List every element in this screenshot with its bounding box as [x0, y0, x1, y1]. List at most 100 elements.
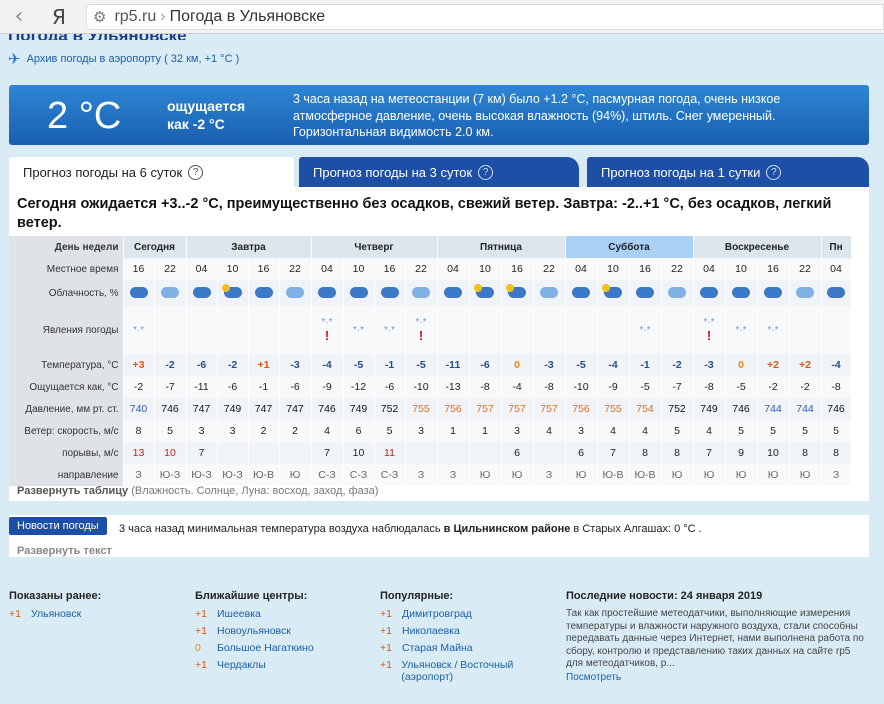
direction-cell: Ю	[757, 464, 790, 486]
row-temp: Температура, °C +3 -2 -6 -2 +1 -3 -4 -5 -1 -5 -11 -6…	[9, 354, 852, 376]
cloud-cell	[533, 280, 566, 306]
city-link[interactable]: Старая Майна	[402, 642, 473, 654]
row-label: направление	[9, 464, 124, 486]
forecast-tabs: Прогноз погоды на 6 суток ? Прогноз пого…	[9, 157, 869, 187]
wind-cell: 3	[565, 420, 598, 442]
phenomena-cell	[597, 306, 630, 354]
phenomena-cell	[565, 306, 598, 354]
cloud-cell	[661, 280, 694, 306]
direction-cell: Ю-В	[248, 464, 280, 486]
cloud-icon	[127, 284, 151, 300]
pressure-cell: 747	[248, 398, 280, 420]
warning-icon[interactable]: !	[312, 328, 343, 343]
settings-icon[interactable]: ⚙	[93, 8, 106, 26]
cloud-icon	[793, 284, 817, 300]
row-pressure: Давление, мм рт. ст. 740 746 747 749 747 747 74…	[9, 398, 852, 420]
tab-6-days[interactable]: Прогноз погоды на 6 суток ?	[9, 157, 294, 187]
pressure-cell: 744	[789, 398, 822, 420]
city-item[interactable]: +1 Ульяновск / Восточный (аэропорт)	[380, 659, 560, 683]
address-bar[interactable]: ⚙ rp5.ru › Погода в Ульяновске	[86, 4, 884, 30]
current-description: 3 часа назад на метеостанции (7 км) было…	[293, 92, 781, 139]
airplane-icon: ✈	[8, 50, 21, 68]
help-icon[interactable]: ?	[478, 164, 494, 180]
tab-3-days[interactable]: Прогноз погоды на 3 суток ?	[299, 157, 579, 187]
latest-news-more-link[interactable]: Посмотреть	[566, 672, 621, 683]
help-icon[interactable]: ?	[188, 164, 204, 180]
city-item[interactable]: +1 Ульяновск	[9, 608, 189, 620]
pressure-cell: 755	[405, 398, 438, 420]
expand-text-link[interactable]: Развернуть текст	[17, 545, 112, 557]
time-cell: 04	[186, 258, 218, 280]
help-icon[interactable]: ?	[766, 164, 782, 180]
time-cell: 10	[469, 258, 502, 280]
day-header: Завтра	[186, 236, 312, 258]
tab-label: Прогноз погоды на 3 суток	[313, 164, 473, 180]
feels-cell: -4	[501, 376, 534, 398]
time-cell: 04	[693, 258, 726, 280]
row-label: Температура, °C	[9, 354, 124, 376]
temp-cell: -4	[311, 354, 344, 376]
cloud-cell	[343, 280, 375, 306]
gust-cell: 6	[565, 442, 598, 464]
pressure-cell: 746	[154, 398, 187, 420]
direction-cell: Ю	[279, 464, 312, 486]
expand-table-label[interactable]: Развернуть таблицу	[17, 485, 128, 497]
wind-cell: 5	[789, 420, 822, 442]
city-item[interactable]: +1 Николаевка	[380, 625, 560, 637]
warning-icon[interactable]: !	[406, 328, 437, 343]
snow-icon: *·*	[703, 317, 715, 328]
city-link[interactable]: Ульяновск / Восточный (аэропорт)	[401, 659, 560, 683]
phenomena-cell: *·*	[343, 306, 375, 354]
city-item[interactable]: +1 Димитровград	[380, 608, 560, 620]
archive-link[interactable]: ✈ Архив погоды в аэропорту ( 32 км, +1 °…	[8, 50, 239, 68]
yandex-icon[interactable]: Я	[46, 4, 72, 30]
city-link[interactable]: Большое Нагаткино	[217, 642, 314, 654]
temp-cell: -5	[405, 354, 438, 376]
cloud-icon	[569, 284, 593, 300]
direction-cell: Ю-З	[217, 464, 249, 486]
forecast-summary: Сегодня ожидается +3..-2 °C, преимуществ…	[17, 196, 832, 231]
temp-diff: +1	[195, 625, 207, 637]
city-link[interactable]: Ишеевка	[217, 608, 261, 620]
temp-diff: 0	[195, 642, 201, 654]
temp-cell: -3	[533, 354, 566, 376]
time-cell: 10	[343, 258, 375, 280]
wind-cell: 4	[533, 420, 566, 442]
city-link[interactable]: Новоульяновск	[217, 625, 291, 637]
snow-icon: *·*	[321, 317, 333, 328]
city-item[interactable]: 0 Большое Нагаткино	[195, 642, 375, 654]
warning-icon[interactable]: !	[694, 328, 725, 343]
news-badge[interactable]: Новости погоды	[9, 517, 107, 535]
city-link[interactable]: Ульяновск	[31, 608, 81, 620]
city-link[interactable]: Димитровград	[402, 608, 472, 620]
gust-cell: 10	[343, 442, 375, 464]
cloud-cell	[405, 280, 438, 306]
direction-cell: З	[821, 464, 852, 486]
latest-news-date[interactable]: 24 января 2019	[681, 590, 763, 602]
city-item[interactable]: +1 Старая Майна	[380, 642, 560, 654]
city-item[interactable]: +1 Ишеевка	[195, 608, 375, 620]
city-item[interactable]: +1 Новоульяновск	[195, 625, 375, 637]
temp-cell: -5	[565, 354, 598, 376]
temp-cell: 0	[501, 354, 534, 376]
feels-cell: -8	[693, 376, 726, 398]
city-link[interactable]: Чердаклы	[217, 659, 266, 671]
latest-news-label: Последние новости:	[566, 590, 678, 602]
city-link[interactable]: Николаевка	[402, 625, 460, 637]
temp-diff: +1	[380, 608, 392, 620]
temp-cell: 0	[725, 354, 758, 376]
pressure-cell: 757	[533, 398, 566, 420]
feels-cell: -8	[821, 376, 852, 398]
city-item[interactable]: +1 Чердаклы	[195, 659, 375, 671]
wind-cell: 5	[661, 420, 694, 442]
cloud-icon	[190, 284, 214, 300]
gust-cell: 10	[757, 442, 790, 464]
back-icon[interactable]: ‹	[6, 4, 32, 30]
archive-link-text[interactable]: Архив погоды в аэропорту ( 32 км, +1 °C …	[27, 53, 240, 65]
feels-cell: -2	[123, 376, 155, 398]
tab-1-day[interactable]: Прогноз погоды на 1 сутки ?	[587, 157, 869, 187]
expand-table-link[interactable]: Развернуть таблицу (Влажность. Солнце, Л…	[17, 485, 378, 497]
pressure-cell: 755	[597, 398, 630, 420]
phenomena-cell	[279, 306, 312, 354]
cloud-icon	[665, 284, 689, 300]
